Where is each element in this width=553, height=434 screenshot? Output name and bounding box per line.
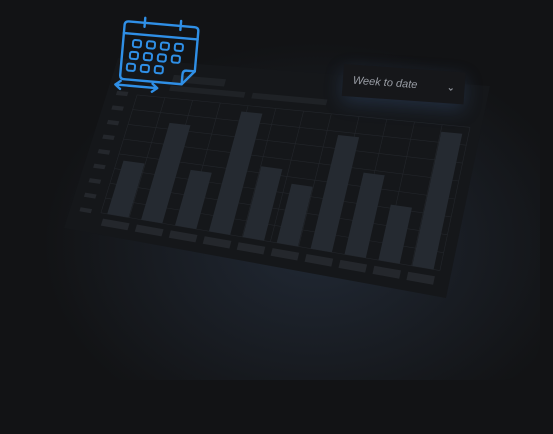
- calendar-range-icon: [114, 16, 200, 93]
- chart-panel: [64, 58, 490, 298]
- dropdown-value: Week to date: [352, 74, 418, 92]
- chevron-down-icon: ⌄: [446, 81, 455, 93]
